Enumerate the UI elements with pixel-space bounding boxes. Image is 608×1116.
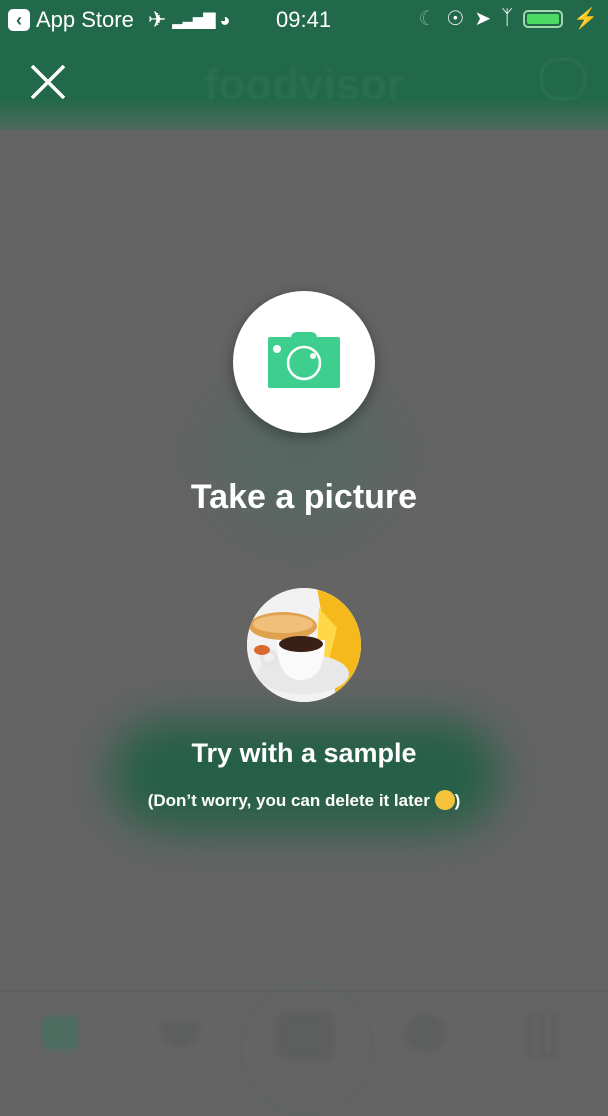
tab-home	[30, 1008, 90, 1068]
airplane-icon: ✈	[147, 7, 167, 32]
sample-note: (Don’t worry, you can delete it later )	[0, 790, 608, 811]
try-sample-label[interactable]: Try with a sample	[0, 738, 608, 769]
take-picture-button[interactable]	[233, 291, 375, 433]
tab-stats	[515, 1008, 575, 1068]
bowl-icon	[160, 1022, 200, 1048]
tab-nutrition	[395, 1008, 455, 1068]
camera-icon	[268, 332, 340, 388]
moon-icon: ☾	[418, 8, 437, 30]
sample-note-close: )	[454, 791, 461, 810]
wifi-icon: ◕	[219, 9, 231, 30]
clock: 09:41	[276, 7, 332, 32]
close-button[interactable]	[28, 62, 68, 102]
charging-icon: ⚡	[573, 8, 598, 30]
bluetooth-icon: ᛉ	[501, 7, 514, 29]
rotation-lock-icon: ☉	[446, 8, 465, 30]
back-arrow-icon[interactable]: ‹	[8, 9, 30, 31]
close-icon	[30, 64, 66, 100]
take-picture-label[interactable]: Take a picture	[0, 478, 608, 517]
wink-emoji-icon	[434, 790, 455, 810]
signal-icon: ▂▃▅▇	[172, 12, 215, 29]
home-icon	[42, 1016, 78, 1050]
breakfast-sample-image	[247, 588, 361, 702]
status-bar: ‹ App Store ✈ ▂▃▅▇ ◕ 09:41 ☾ ☉ ➤ ᛉ ⚡	[0, 0, 608, 40]
camera-tab-icon	[276, 1012, 334, 1060]
brand-logo: foodvisor	[203, 60, 405, 109]
location-icon: ➤	[474, 8, 492, 30]
battery-icon	[523, 9, 564, 28]
tab-recipes	[150, 1008, 210, 1068]
stats-icon	[527, 1014, 563, 1058]
chat-icon	[540, 58, 586, 100]
sample-image-button[interactable]	[247, 588, 361, 702]
back-app-label[interactable]: App Store	[36, 7, 134, 33]
heart-icon	[404, 1014, 446, 1052]
tab-camera	[275, 1008, 335, 1068]
sample-note-text: (Don’t worry, you can delete it later	[147, 791, 430, 810]
sample-button-glow	[110, 720, 500, 830]
